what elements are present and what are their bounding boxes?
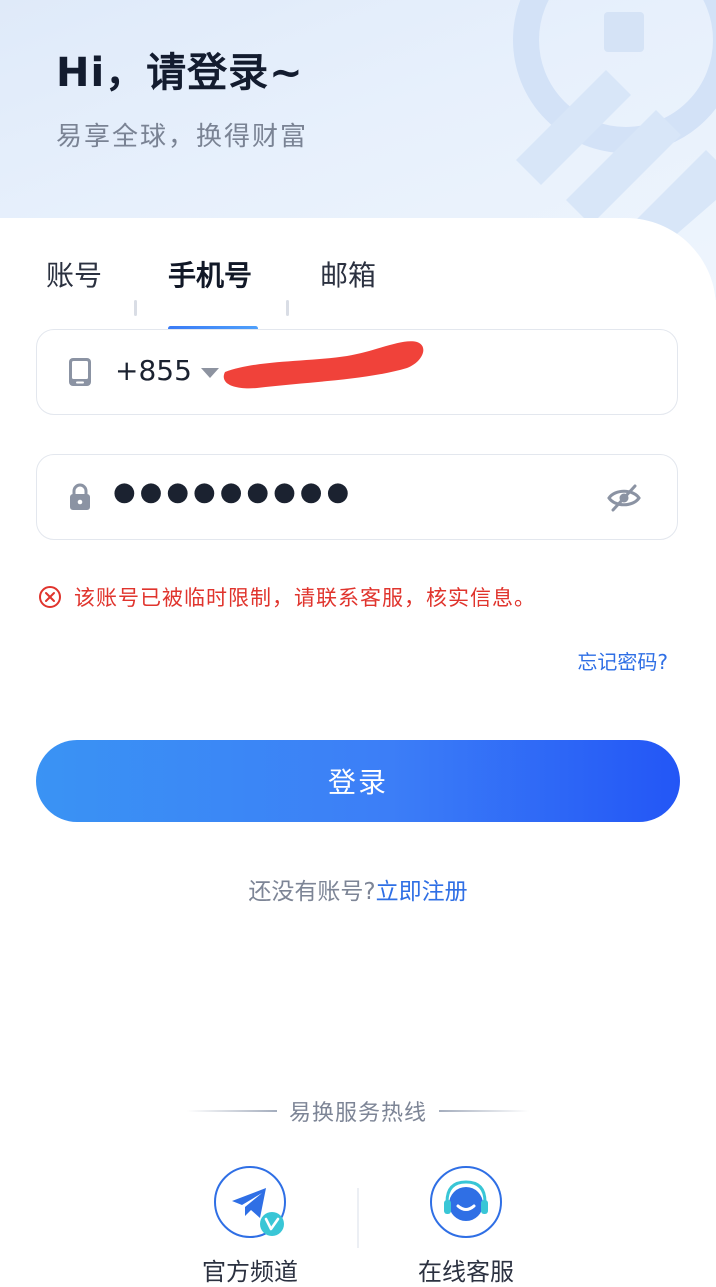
- country-code-select[interactable]: +855: [115, 354, 192, 387]
- forgot-password-link[interactable]: 忘记密码?: [577, 646, 668, 675]
- tab-separator: [134, 300, 137, 316]
- register-question: 还没有账号?: [248, 879, 376, 905]
- telegram-icon: [214, 1166, 286, 1238]
- headset-icon: [430, 1166, 502, 1238]
- login-card: 账号 手机号 邮箱 +855 ●●●●●●●●● 该账号已被临时限制，请联系客服…: [0, 218, 716, 1286]
- tab-phone[interactable]: 手机号: [168, 254, 252, 294]
- register-prompt: 还没有账号?立即注册: [0, 872, 716, 906]
- tab-separator: [286, 300, 289, 316]
- online-support-label: 在线客服: [418, 1258, 514, 1286]
- divider-line: [186, 1110, 277, 1112]
- password-field[interactable]: ●●●●●●●●●: [36, 454, 678, 540]
- password-value[interactable]: ●●●●●●●●●: [113, 477, 353, 507]
- error-text: 该账号已被临时限制，请联系客服，核实信息。: [74, 586, 536, 610]
- hotline-title: 易换服务热线: [288, 1101, 427, 1126]
- official-channel-button[interactable]: 官方频道: [170, 1166, 330, 1287]
- page-title: Hi，请登录~: [56, 50, 304, 96]
- online-support-button[interactable]: 在线客服: [386, 1166, 546, 1287]
- hotline-header: 易换服务热线: [0, 1096, 716, 1126]
- phone-field[interactable]: +855: [36, 329, 678, 415]
- error-circle-icon: [39, 586, 61, 608]
- official-channel-label: 官方频道: [202, 1258, 298, 1286]
- redacted-phone-number: [223, 341, 424, 389]
- register-link[interactable]: 立即注册: [376, 879, 468, 905]
- page-subtitle: 易享全球，换得财富: [56, 122, 309, 152]
- eye-off-icon[interactable]: [607, 483, 641, 513]
- service-divider: [357, 1188, 359, 1248]
- divider-line: [439, 1110, 529, 1112]
- error-message: 该账号已被临时限制，请联系客服，核实信息。: [38, 582, 536, 612]
- login-button[interactable]: 登录: [36, 740, 680, 822]
- phone-icon: [69, 358, 91, 386]
- tab-email[interactable]: 邮箱: [320, 254, 376, 294]
- lock-icon: [70, 483, 90, 510]
- tab-account[interactable]: 账号: [46, 254, 102, 294]
